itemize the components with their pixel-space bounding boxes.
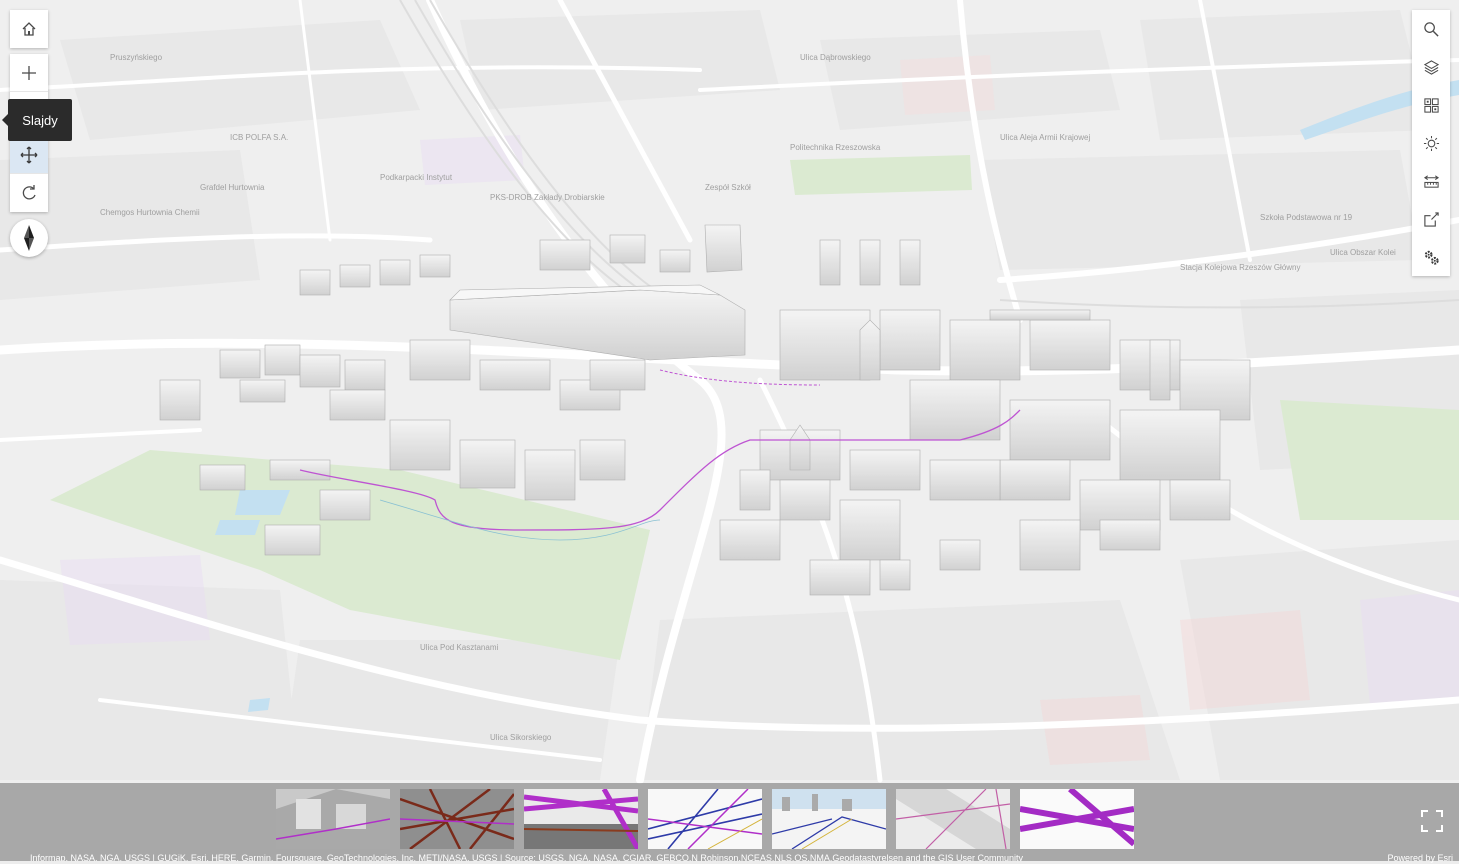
share-button[interactable]: [1412, 200, 1450, 238]
slide-3[interactable]: [524, 789, 638, 849]
compass-needle-icon: [24, 225, 34, 251]
rotate-icon: [22, 185, 36, 200]
layers-icon: [1423, 59, 1439, 75]
slide-7[interactable]: [1020, 789, 1134, 849]
grid-icon: [1423, 97, 1439, 113]
basemap-gallery-button[interactable]: [1412, 86, 1450, 124]
layers-button[interactable]: [1412, 48, 1450, 86]
daylight-button[interactable]: [1412, 124, 1450, 162]
slide-5[interactable]: [772, 789, 886, 849]
fullscreen-icon: [1421, 810, 1443, 832]
pan-button[interactable]: [10, 136, 48, 174]
tooltip-text: Slajdy: [22, 112, 58, 128]
measure-button[interactable]: [1412, 162, 1450, 200]
slide-thumbnail: [276, 789, 390, 849]
right-toolbar: [1412, 10, 1450, 276]
search-icon: [1423, 21, 1439, 37]
move-icon: [20, 146, 38, 163]
ruler-icon: [1423, 174, 1439, 188]
zoom-in-button[interactable]: [10, 54, 48, 92]
share-icon: [1423, 211, 1439, 227]
slide-thumbnail: [1020, 789, 1134, 849]
powered-by-esri[interactable]: Powered by Esri: [1387, 852, 1453, 864]
slides-tooltip: Slajdy: [2, 99, 72, 141]
map-attribution: Informap, NASA, NGA, USGS | GUGiK, Esri,…: [0, 852, 1459, 861]
slide-thumbnail: [772, 789, 886, 849]
fullscreen-button[interactable]: [1418, 807, 1446, 835]
slide-1[interactable]: [276, 789, 390, 849]
slide-6[interactable]: [896, 789, 1010, 849]
settings-button[interactable]: [1412, 238, 1450, 276]
navigation-toolbar-top: [10, 10, 48, 48]
slide-thumbnail: [524, 789, 638, 849]
sun-icon: [1423, 135, 1439, 151]
plus-icon: [22, 65, 36, 80]
slide-2[interactable]: [400, 789, 514, 849]
slide-thumbnail: [648, 789, 762, 849]
map-view[interactable]: Pruszyńskiego ICB POLFA S.A. Grafdel Hur…: [0, 0, 1459, 861]
compass-button[interactable]: [10, 219, 48, 257]
rotate-button[interactable]: [10, 174, 48, 212]
search-button[interactable]: [1412, 10, 1450, 48]
slide-4[interactable]: [648, 789, 762, 849]
slides-carousel: [0, 783, 1459, 852]
navigation-mode-toolbar: [10, 136, 48, 212]
gears-icon: [1424, 250, 1439, 265]
home-button[interactable]: [10, 10, 48, 48]
slide-thumbnail: [896, 789, 1010, 849]
home-icon: [22, 22, 36, 36]
slide-thumbnail: [400, 789, 514, 849]
